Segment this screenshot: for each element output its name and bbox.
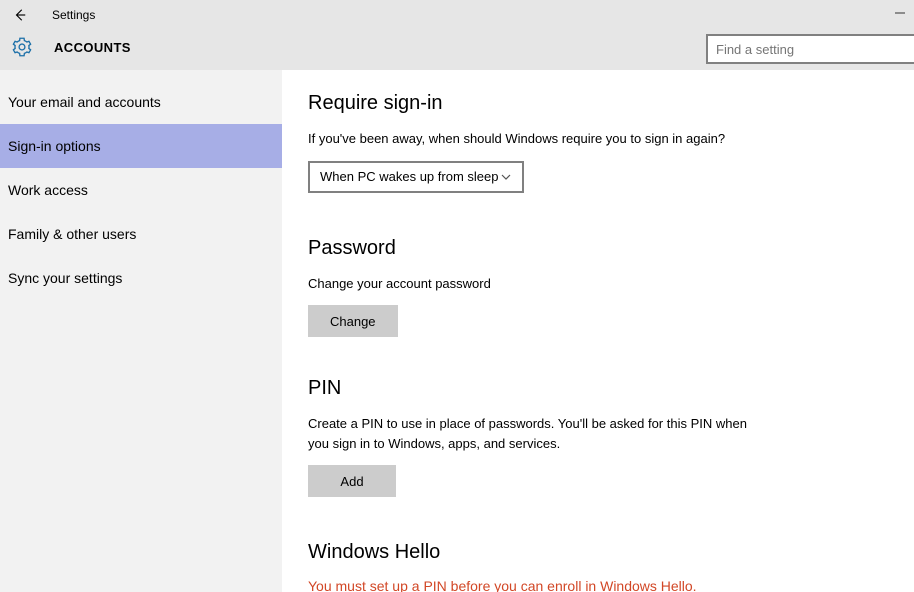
section-require-sign-in: Require sign-in If you've been away, whe…	[308, 92, 888, 193]
page-title: ACCOUNTS	[54, 40, 131, 55]
gear-icon	[12, 37, 32, 57]
sidebar-item-sign-in-options[interactable]: Sign-in options	[0, 124, 282, 168]
section-title: Require sign-in	[308, 92, 888, 115]
sidebar-item-work-access[interactable]: Work access	[0, 168, 282, 212]
chevron-down-icon	[500, 171, 512, 183]
section-title: Password	[308, 237, 888, 260]
minimize-button[interactable]	[894, 7, 906, 22]
back-button[interactable]	[8, 3, 32, 27]
hello-warning: You must set up a PIN before you can enr…	[308, 578, 888, 592]
header: ACCOUNTS	[0, 30, 914, 70]
sidebar-item-email-accounts[interactable]: Your email and accounts	[0, 80, 282, 124]
section-pin: PIN Create a PIN to use in place of pass…	[308, 377, 888, 497]
section-desc: If you've been away, when should Windows…	[308, 129, 768, 149]
search-input[interactable]	[706, 34, 914, 64]
titlebar: Settings	[0, 0, 914, 30]
section-title: Windows Hello	[308, 541, 888, 564]
sidebar: Your email and accounts Sign-in options …	[0, 70, 282, 592]
sidebar-item-sync-settings[interactable]: Sync your settings	[0, 256, 282, 300]
dropdown-value: When PC wakes up from sleep	[320, 169, 498, 184]
sidebar-item-label: Your email and accounts	[8, 94, 161, 110]
sidebar-item-label: Sign-in options	[8, 138, 101, 154]
change-password-button[interactable]: Change	[308, 305, 398, 337]
back-arrow-icon	[13, 8, 27, 22]
sidebar-item-label: Sync your settings	[8, 270, 122, 286]
window-title: Settings	[52, 8, 95, 22]
section-password: Password Change your account password Ch…	[308, 237, 888, 338]
sidebar-item-family-other-users[interactable]: Family & other users	[0, 212, 282, 256]
section-title: PIN	[308, 377, 888, 400]
window-controls	[894, 7, 906, 22]
section-desc: Create a PIN to use in place of password…	[308, 414, 768, 453]
require-sign-in-dropdown[interactable]: When PC wakes up from sleep	[308, 161, 524, 193]
sidebar-item-label: Work access	[8, 182, 88, 198]
sidebar-item-label: Family & other users	[8, 226, 136, 242]
content: Require sign-in If you've been away, whe…	[282, 70, 914, 592]
section-windows-hello: Windows Hello You must set up a PIN befo…	[308, 541, 888, 592]
add-pin-button[interactable]: Add	[308, 465, 396, 497]
section-desc: Change your account password	[308, 274, 768, 294]
minimize-icon	[894, 7, 906, 19]
